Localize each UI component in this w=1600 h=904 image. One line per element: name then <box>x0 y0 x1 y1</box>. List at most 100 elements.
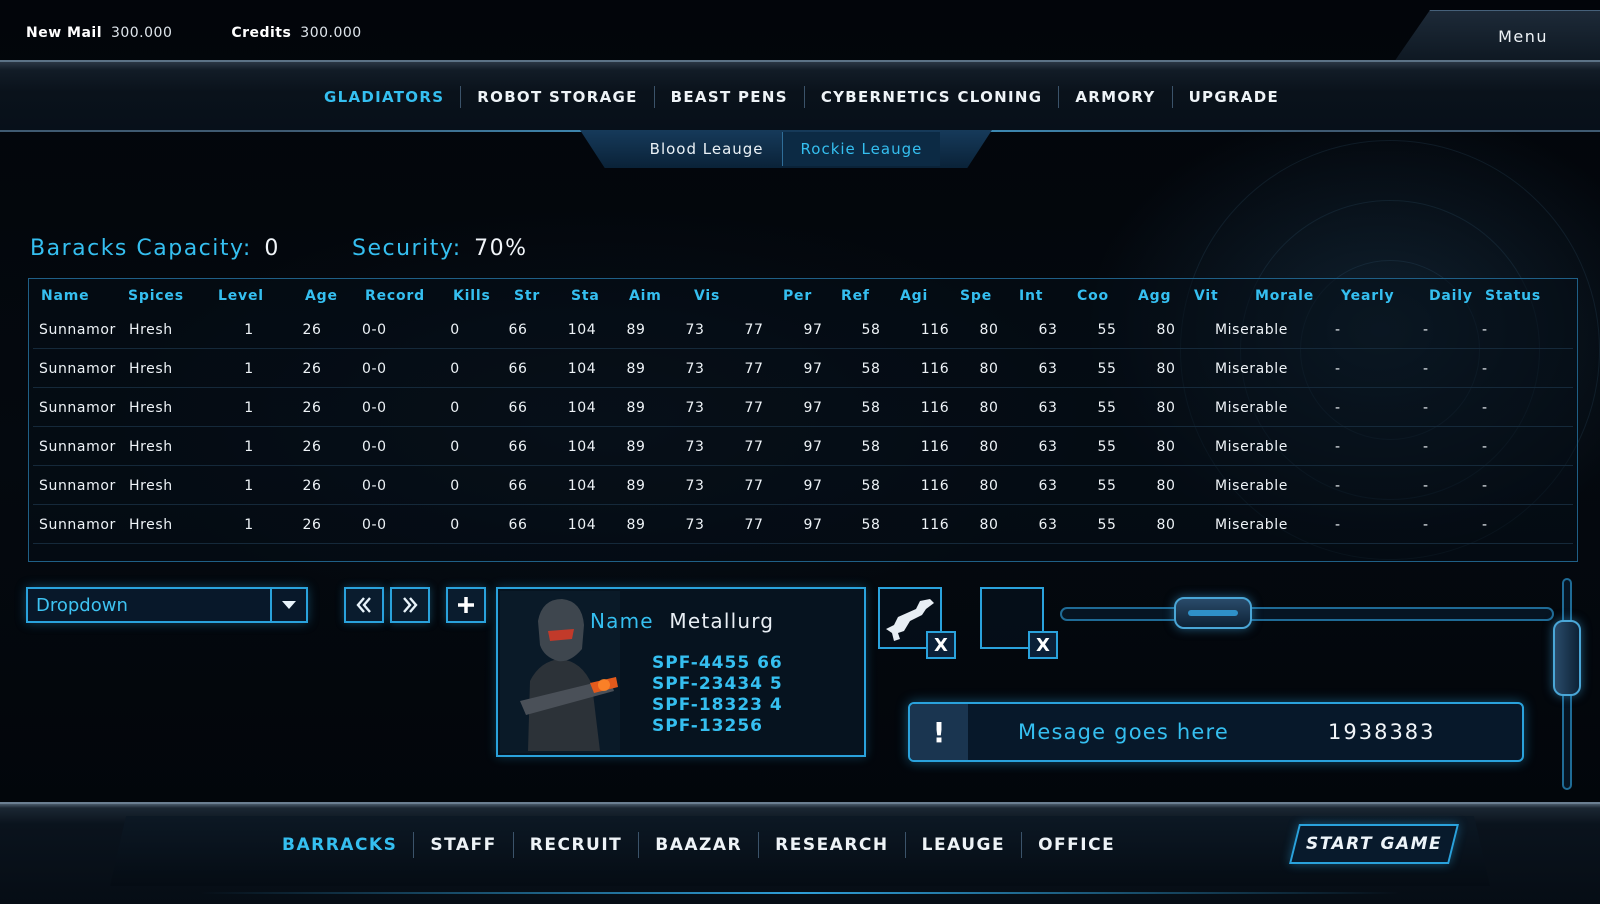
table-cell: Sunnamor <box>39 400 116 416</box>
column-header[interactable]: Spe <box>960 288 992 304</box>
nav-office[interactable]: OFFICE <box>1022 832 1131 858</box>
column-header[interactable]: Int <box>1019 288 1043 304</box>
table-cell: 116 <box>920 361 950 377</box>
table-cell: Hresh <box>129 361 173 377</box>
tab-upgrade[interactable]: UPGRADE <box>1173 86 1295 108</box>
tab-gladiators[interactable]: GLADIATORS <box>308 86 462 108</box>
top-stats: New Mail 300.000 Credits 300.000 <box>26 25 416 41</box>
column-header[interactable]: Sta <box>571 288 600 304</box>
column-header[interactable]: Vit <box>1194 288 1218 304</box>
start-game-button[interactable]: START GAME <box>1289 824 1459 864</box>
table-cell: 116 <box>920 517 950 533</box>
prev-page-button[interactable] <box>344 587 384 623</box>
horizontal-slider-track[interactable] <box>1060 607 1554 621</box>
new-mail-label: New Mail <box>26 25 102 41</box>
table-row[interactable]: Sunnamor Hresh 1 26 0-0 0 66 104 89 73 77 97 58 116 80… <box>33 508 1573 544</box>
remove-weapon-button[interactable]: X <box>926 631 956 659</box>
column-header[interactable]: Coo <box>1077 288 1109 304</box>
nav-baazar[interactable]: BAAZAR <box>639 832 760 858</box>
security-value: 70% <box>474 236 528 261</box>
start-game-label: START GAME <box>1305 834 1443 854</box>
table-cell: 26 <box>302 361 322 377</box>
column-header[interactable]: Aim <box>629 288 662 304</box>
table-cell: 26 <box>302 517 322 533</box>
menu-button[interactable]: Menu <box>1394 10 1600 62</box>
table-cell: - <box>1423 322 1429 338</box>
nav-staff[interactable]: STAFF <box>414 832 514 858</box>
column-header[interactable]: Name <box>41 288 89 304</box>
column-header[interactable]: Spices <box>128 288 184 304</box>
column-header[interactable]: Ref <box>841 288 870 304</box>
column-header[interactable]: Level <box>218 288 264 304</box>
tab-robot-storage[interactable]: ROBOT STORAGE <box>461 86 655 108</box>
table-cell: 77 <box>744 322 764 338</box>
table-cell: 66 <box>508 361 528 377</box>
table-cell: 97 <box>803 361 823 377</box>
column-header[interactable]: Per <box>783 288 812 304</box>
table-cell: 63 <box>1038 439 1058 455</box>
gladiator-card[interactable]: Name Metallurg SPF-4455 66 SPF-23434 5 S… <box>496 587 866 757</box>
table-cell: 89 <box>626 439 646 455</box>
nav-barracks[interactable]: BARRACKS <box>266 832 415 858</box>
vertical-scrollbar-handle[interactable] <box>1553 620 1581 696</box>
close-icon: X <box>934 634 948 656</box>
next-page-button[interactable] <box>390 587 430 623</box>
plus-icon <box>458 597 474 613</box>
remove-item-button[interactable]: X <box>1028 631 1058 659</box>
table-cell: 0-0 <box>362 361 387 377</box>
table-cell: 73 <box>685 361 705 377</box>
column-header[interactable]: Agg <box>1138 288 1171 304</box>
add-button[interactable] <box>446 587 486 623</box>
table-row[interactable]: Sunnamor Hresh 1 26 0-0 0 66 104 89 73 77 97 58 116 80… <box>33 430 1573 466</box>
column-header[interactable]: Yearly <box>1341 288 1394 304</box>
column-header[interactable]: Kills <box>453 288 491 304</box>
table-row[interactable]: Sunnamor Hresh 1 26 0-0 0 66 104 89 73 77 97 58 116 80… <box>33 313 1573 349</box>
column-header[interactable]: Daily <box>1429 288 1473 304</box>
subtab-blood-league[interactable]: Blood Leauge <box>632 132 782 166</box>
nav-recruit[interactable]: RECRUIT <box>514 832 640 858</box>
table-cell: 55 <box>1097 400 1117 416</box>
horizontal-slider-handle[interactable] <box>1174 597 1252 629</box>
table-cell: 80 <box>979 478 999 494</box>
table-cell: 73 <box>685 439 705 455</box>
column-header[interactable]: Agi <box>900 288 928 304</box>
table-cell: - <box>1482 439 1488 455</box>
message-number: 1938383 <box>1328 720 1436 744</box>
table-cell: 80 <box>979 322 999 338</box>
table-cell: 77 <box>744 439 764 455</box>
new-mail-stat[interactable]: New Mail 300.000 <box>26 25 172 41</box>
table-cell: Hresh <box>129 400 173 416</box>
table-cell: - <box>1335 478 1341 494</box>
table-cell: 73 <box>685 400 705 416</box>
table-cell: 63 <box>1038 517 1058 533</box>
table-cell: Miserable <box>1215 439 1289 455</box>
table-cell: 55 <box>1097 478 1117 494</box>
column-header[interactable]: Morale <box>1255 288 1314 304</box>
table-cell: 0-0 <box>362 439 387 455</box>
column-header[interactable]: Vis <box>694 288 720 304</box>
tab-cybernetics-cloning[interactable]: CYBERNETICS CLONING <box>805 86 1060 108</box>
chevron-down-icon[interactable] <box>270 589 306 621</box>
column-header[interactable]: Status <box>1485 288 1541 304</box>
filter-dropdown[interactable]: Dropdown <box>26 587 308 623</box>
credits-label: Credits <box>231 25 292 41</box>
nav-research[interactable]: RESEARCH <box>759 832 906 858</box>
column-header[interactable]: Str <box>514 288 540 304</box>
table-cell: 58 <box>861 439 881 455</box>
table-cell: 73 <box>685 478 705 494</box>
table-cell: 80 <box>1156 439 1176 455</box>
table-cell: 0 <box>450 517 460 533</box>
table-cell: 0-0 <box>362 478 387 494</box>
gladiator-codes: SPF-4455 66 SPF-23434 5 SPF-18323 4 SPF-… <box>652 653 783 737</box>
tab-armory[interactable]: ARMORY <box>1059 86 1173 108</box>
table-row[interactable]: Sunnamor Hresh 1 26 0-0 0 66 104 89 73 77 97 58 116 80… <box>33 352 1573 388</box>
table-cell: Sunnamor <box>39 439 116 455</box>
nav-leauge[interactable]: LEAUGE <box>906 832 1023 858</box>
table-row[interactable]: Sunnamor Hresh 1 26 0-0 0 66 104 89 73 77 97 58 116 80… <box>33 469 1573 505</box>
subtab-rockie-league[interactable]: Rockie Leauge <box>781 132 941 166</box>
column-header[interactable]: Age <box>305 288 338 304</box>
table-row[interactable]: Sunnamor Hresh 1 26 0-0 0 66 104 89 73 77 97 58 116 80… <box>33 391 1573 427</box>
tab-beast-pens[interactable]: BEAST PENS <box>655 86 805 108</box>
column-header[interactable]: Record <box>365 288 425 304</box>
code-line: SPF-23434 5 <box>652 674 783 694</box>
